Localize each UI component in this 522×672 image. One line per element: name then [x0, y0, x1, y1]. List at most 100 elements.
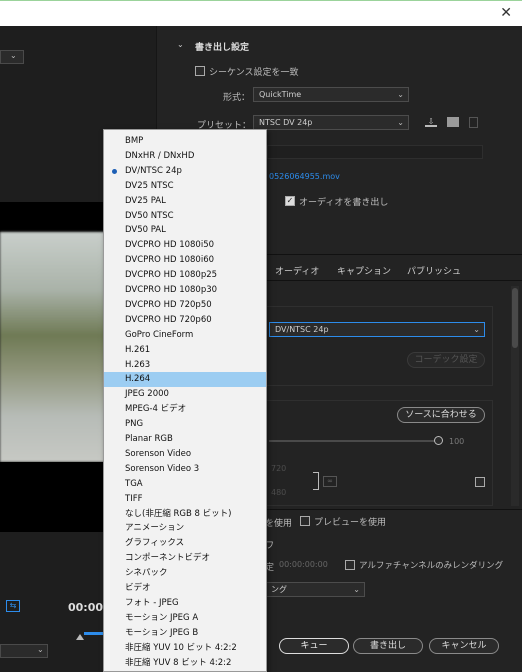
preset-value: NTSC DV 24p	[259, 118, 313, 127]
codec-menu-item[interactable]: DVCPRO HD 720p50	[104, 298, 266, 313]
codec-menu-item-label: DV25 PAL	[125, 195, 166, 206]
source-range-dropdown[interactable]: ⌄	[0, 644, 48, 658]
quality-value: 100	[449, 437, 465, 446]
use-preview-label: プレビューを使用	[314, 518, 387, 528]
codec-menu-item-label: TGA	[125, 478, 143, 489]
codec-select[interactable]: DV/NTSC 24p ⌄	[269, 322, 485, 337]
codec-menu-item[interactable]: ビデオ	[104, 581, 266, 596]
codec-menu-item[interactable]: TIFF	[104, 492, 266, 507]
close-icon[interactable]: ✕	[500, 5, 512, 21]
interpolation-select[interactable]: ング ⌄	[265, 582, 365, 597]
codec-menu-item-label: DV25 NTSC	[125, 180, 174, 191]
codec-menu-item[interactable]: Sorenson Video 3	[104, 462, 266, 477]
codec-menu-item-label: GoPro CineForm	[125, 329, 194, 340]
quality-slider-handle[interactable]	[434, 436, 443, 445]
codec-menu-item-label: BMP	[125, 136, 144, 146]
codec-menu-item[interactable]: なし(非圧縮 RGB 8 ビット)	[104, 507, 266, 522]
export-button[interactable]: 書き出し	[353, 638, 423, 654]
codec-menu-item-label: DV50 PAL	[125, 225, 166, 236]
source-dropdown[interactable]: ⌄	[0, 50, 24, 64]
fit-icon[interactable]: ⇆	[6, 600, 20, 612]
codec-menu-item[interactable]: H.263	[104, 358, 266, 373]
codec-menu-item-label: DVCPRO HD 1080p25	[125, 270, 218, 281]
codec-menu-item[interactable]: モーション JPEG A	[104, 611, 266, 626]
codec-section	[265, 306, 493, 386]
format-select[interactable]: QuickTime ⌄	[253, 87, 409, 102]
output-name-link[interactable]: 0526064955.mov	[269, 172, 340, 181]
codec-menu-item[interactable]: DV25 PAL	[104, 194, 266, 209]
codec-menu-item-label: シネパック	[125, 568, 168, 579]
section-collapse-icon[interactable]: ⌄	[177, 40, 184, 49]
codec-menu-item[interactable]: DV/NTSC 24p	[104, 164, 266, 179]
comment-field[interactable]	[267, 145, 483, 159]
codec-settings-button[interactable]: コーデック設定	[407, 352, 485, 368]
codec-menu-item[interactable]: DV25 NTSC	[104, 179, 266, 194]
codec-menu-item[interactable]: Planar RGB	[104, 432, 266, 447]
codec-dropdown-menu: BMP DNxHR / DNxHD DV/NTSC 24p DV25 NTSC DV25…	[103, 129, 267, 672]
codec-menu-item[interactable]: GoPro CineForm	[104, 328, 266, 343]
queue-button[interactable]: キュー	[279, 638, 349, 654]
scroll-thumb[interactable]	[512, 288, 518, 348]
link-icon[interactable]: ∞	[323, 476, 337, 487]
codec-menu-item-label: H.263	[125, 359, 151, 370]
codec-menu-item[interactable]: DVCPRO HD 1080p25	[104, 268, 266, 283]
codec-menu-item[interactable]: DVCPRO HD 1080p30	[104, 283, 266, 298]
codec-menu-item[interactable]: DVCPRO HD 1080i50	[104, 238, 266, 253]
codec-menu-item-label: TIFF	[125, 493, 143, 504]
codec-menu-item-label: ビデオ	[125, 583, 151, 593]
codec-menu-item[interactable]: グラフィックス	[104, 536, 266, 551]
codec-menu-item[interactable]: Sorenson Video	[104, 447, 266, 462]
format-label: 形式：	[223, 93, 251, 103]
codec-menu-item[interactable]: DVCPRO HD 1080i60	[104, 253, 266, 268]
codec-menu-item[interactable]: DV50 NTSC	[104, 209, 266, 224]
codec-menu-item[interactable]: DNxHR / DNxHD	[104, 149, 266, 164]
time-value: 00:00:00:00	[279, 560, 328, 569]
width-value: 720	[271, 464, 287, 473]
video-option-checkbox[interactable]	[475, 477, 485, 487]
quality-slider[interactable]	[269, 440, 439, 442]
export-settings-header: 書き出し設定	[195, 43, 250, 53]
import-preset-icon[interactable]	[447, 117, 459, 127]
codec-menu-item[interactable]: フォト - JPEG	[104, 596, 266, 611]
alpha-only-checkbox[interactable]	[345, 560, 355, 570]
chevron-down-icon: ⌄	[473, 325, 480, 334]
match-source-button[interactable]: ソースに合わせる	[397, 407, 485, 423]
alpha-only-label: アルファチャンネルのみレンダリング	[359, 561, 504, 571]
preset-select[interactable]: NTSC DV 24p ⌄	[253, 115, 409, 130]
codec-menu-item-label: PNG	[125, 419, 144, 430]
match-sequence-checkbox[interactable]	[195, 66, 205, 76]
codec-menu-item[interactable]: 非圧縮 YUV 10 ビット 4:2:2	[104, 641, 266, 656]
codec-menu-item[interactable]: DVCPRO HD 720p60	[104, 313, 266, 328]
codec-menu-item[interactable]: H.261	[104, 343, 266, 358]
aspect-bracket	[313, 472, 319, 490]
height-value: 480	[271, 488, 287, 497]
tab-captions[interactable]: キャプション	[337, 264, 391, 277]
max-render-label: を使用	[265, 519, 293, 529]
codec-menu-item-label: グラフィックス	[125, 538, 185, 549]
codec-menu-item[interactable]: DV50 PAL	[104, 223, 266, 238]
codec-menu-item[interactable]: JPEG 2000	[104, 387, 266, 402]
codec-menu-item[interactable]: シネパック	[104, 566, 266, 581]
save-preset-icon[interactable]: ⇩	[425, 117, 437, 127]
codec-menu-item[interactable]: H.264	[104, 372, 266, 388]
in-point-marker[interactable]	[76, 634, 84, 640]
codec-menu-item[interactable]: コンポーネントビデオ	[104, 551, 266, 566]
codec-menu-item[interactable]: PNG	[104, 417, 266, 432]
tab-audio[interactable]: オーディオ	[275, 264, 319, 277]
codec-menu-item-label: DVCPRO HD 1080i50	[125, 240, 215, 251]
codec-menu-item-label: DV50 NTSC	[125, 210, 174, 221]
codec-menu-item[interactable]: モーション JPEG B	[104, 626, 266, 641]
codec-menu-item[interactable]: MPEG-4 ビデオ	[104, 402, 266, 417]
export-audio-checkbox[interactable]: ✓	[285, 196, 295, 206]
codec-menu-item-label: Planar RGB	[125, 434, 173, 444]
codec-menu-item[interactable]: TGA	[104, 477, 266, 492]
tab-publish[interactable]: パブリッシュ	[407, 264, 461, 277]
use-preview-checkbox[interactable]	[300, 516, 310, 526]
delete-preset-icon[interactable]	[469, 117, 478, 128]
codec-menu-item[interactable]: 非圧縮 YUV 8 ビット 4:2:2	[104, 656, 266, 671]
codec-menu-item-label: Sorenson Video 3	[125, 463, 200, 474]
codec-menu-item[interactable]: BMP	[104, 134, 266, 149]
cancel-button[interactable]: キャンセル	[429, 638, 499, 654]
codec-menu-item[interactable]: アニメーション	[104, 521, 266, 536]
codec-menu-item-label: モーション JPEG B	[125, 627, 199, 638]
